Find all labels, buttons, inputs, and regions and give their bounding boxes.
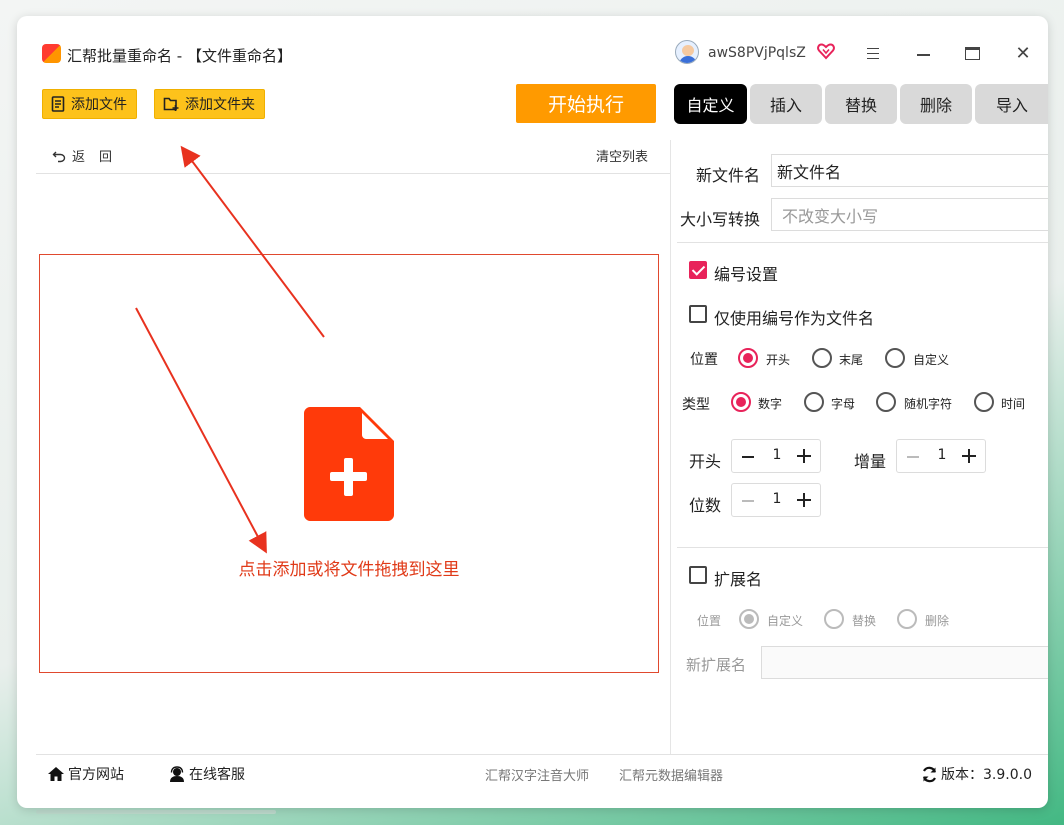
- new-extension-label: 新扩展名: [686, 656, 747, 674]
- drop-hint-text: 点击添加或将文件拖拽到这里: [238, 560, 460, 580]
- digits-value: 1: [772, 491, 782, 507]
- numbering-label: 编号设置: [714, 265, 779, 284]
- version-label: 版本：3.9.0.0: [941, 767, 1032, 783]
- tab-import[interactable]: 导入: [975, 84, 1048, 124]
- case-label: 大小写转换: [680, 210, 761, 229]
- extension-checkbox[interactable]: [689, 566, 707, 584]
- position-radio-start[interactable]: [738, 348, 758, 368]
- type-option-letter: 字母: [831, 397, 856, 411]
- website-label: 官方网站: [68, 767, 124, 783]
- start-number-value: 1: [772, 447, 782, 463]
- digits-stepper[interactable]: 1: [731, 483, 821, 517]
- app-window: 汇帮批量重命名 - 【文件重命名】 awS8PVjPqlsZ ✕ 添加文件 添加…: [17, 16, 1048, 808]
- support-link[interactable]: 在线客服: [168, 764, 245, 784]
- extension-label: 扩展名: [714, 570, 763, 589]
- user-avatar[interactable]: [675, 40, 699, 64]
- add-folder-button[interactable]: 添加文件夹: [154, 89, 265, 119]
- tab-insert[interactable]: 插入: [750, 84, 822, 124]
- vip-heart-icon[interactable]: [817, 42, 835, 60]
- minimize-icon[interactable]: [914, 44, 934, 64]
- decrement-icon[interactable]: [907, 456, 919, 458]
- position-label: 位置: [690, 352, 718, 368]
- ext-position-option-custom: 自定义: [767, 614, 804, 628]
- undo-arrow-icon: [52, 151, 66, 162]
- type-option-number: 数字: [758, 397, 783, 411]
- ext-position-option-delete: 删除: [925, 614, 950, 628]
- support-label: 在线客服: [189, 767, 245, 783]
- home-icon: [48, 767, 64, 781]
- add-file-icon[interactable]: [304, 407, 394, 521]
- start-button[interactable]: 开始执行: [516, 84, 656, 123]
- new-name-label: 新文件名: [696, 166, 761, 185]
- case-select[interactable]: 不改变大小写: [771, 198, 1048, 231]
- close-icon[interactable]: ✕: [1013, 44, 1033, 64]
- increment-icon[interactable]: [797, 449, 811, 463]
- section-divider: [677, 547, 1048, 548]
- website-link[interactable]: 官方网站: [47, 764, 124, 784]
- increment-icon[interactable]: [962, 449, 976, 463]
- version-info[interactable]: 版本：3.9.0.0: [921, 764, 1032, 784]
- refresh-icon: [922, 766, 937, 782]
- ext-position-option-replace: 替换: [852, 614, 877, 628]
- menu-icon[interactable]: [863, 44, 883, 64]
- new-extension-input[interactable]: [761, 646, 1048, 679]
- list-header-divider: [36, 173, 670, 174]
- tab-custom[interactable]: 自定义: [674, 84, 747, 124]
- username[interactable]: awS8PVjPqlsZ: [708, 45, 806, 61]
- back-button[interactable]: 返回: [52, 146, 126, 165]
- ext-position-radio-custom[interactable]: [739, 609, 759, 629]
- back-label: 返回: [72, 150, 127, 165]
- footer-link-metadata[interactable]: 汇帮元数据编辑器: [619, 765, 723, 784]
- background-strip: [36, 810, 276, 814]
- position-radio-custom[interactable]: [885, 348, 905, 368]
- footer-link-pinyin[interactable]: 汇帮汉字注音大师: [485, 765, 589, 784]
- ext-position-radio-replace[interactable]: [824, 609, 844, 629]
- title-bar: 汇帮批量重命名 - 【文件重命名】 awS8PVjPqlsZ ✕: [17, 16, 1048, 74]
- maximize-icon[interactable]: [963, 44, 983, 64]
- headset-icon: [170, 766, 184, 782]
- clear-list-button[interactable]: 清空列表: [596, 146, 648, 165]
- only-number-label: 仅使用编号作为文件名: [714, 309, 875, 328]
- tab-delete[interactable]: 删除: [900, 84, 972, 124]
- increment-value: 1: [937, 447, 947, 463]
- position-option-custom: 自定义: [913, 353, 950, 367]
- decrement-icon[interactable]: [742, 456, 754, 458]
- app-logo-icon: [42, 44, 61, 63]
- increment-stepper[interactable]: 1: [896, 439, 986, 473]
- type-radio-number[interactable]: [731, 392, 751, 412]
- tab-replace[interactable]: 替换: [825, 84, 897, 124]
- decrement-icon[interactable]: [742, 500, 754, 502]
- digits-label: 位数: [689, 496, 722, 515]
- type-radio-time[interactable]: [974, 392, 994, 412]
- add-file-button[interactable]: 添加文件: [42, 89, 137, 119]
- ext-position-radio-delete[interactable]: [897, 609, 917, 629]
- type-option-time: 时间: [1001, 397, 1026, 411]
- type-option-random: 随机字符: [904, 397, 953, 411]
- section-divider: [677, 242, 1048, 243]
- new-name-input[interactable]: 新文件名: [771, 154, 1048, 187]
- only-number-checkbox[interactable]: [689, 305, 707, 323]
- ext-position-label: 位置: [697, 614, 722, 628]
- position-option-start: 开头: [766, 353, 791, 367]
- footer-divider: [36, 754, 1048, 755]
- type-radio-letter[interactable]: [804, 392, 824, 412]
- increment-icon[interactable]: [797, 493, 811, 507]
- start-number-label: 开头: [689, 452, 722, 471]
- add-folder-label: 添加文件夹: [185, 97, 255, 113]
- position-option-end: 末尾: [839, 353, 864, 367]
- panel-divider: [670, 140, 671, 754]
- type-radio-random[interactable]: [876, 392, 896, 412]
- window-title: 汇帮批量重命名 - 【文件重命名】: [67, 47, 292, 65]
- add-file-label: 添加文件: [71, 97, 127, 113]
- folder-add-icon: [163, 97, 179, 111]
- file-list-icon: [51, 96, 65, 112]
- start-number-stepper[interactable]: 1: [731, 439, 821, 473]
- type-label: 类型: [682, 397, 710, 413]
- numbering-checkbox[interactable]: [689, 261, 707, 279]
- increment-label: 增量: [854, 452, 887, 471]
- position-radio-end[interactable]: [812, 348, 832, 368]
